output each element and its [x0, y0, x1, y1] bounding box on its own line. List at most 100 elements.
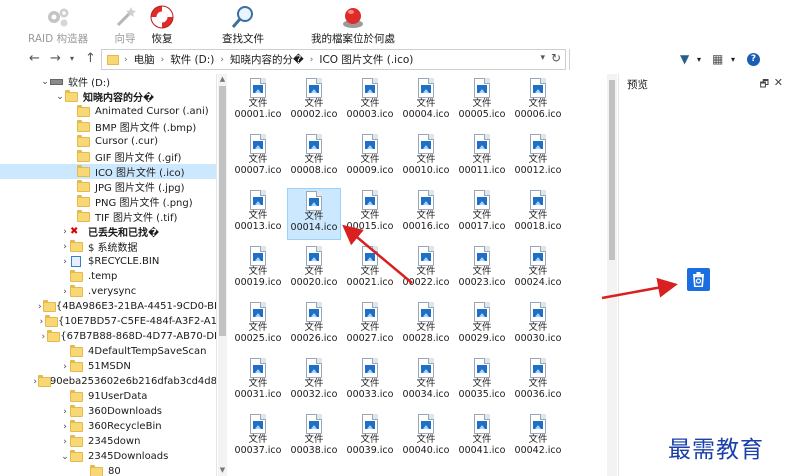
scroll-thumb[interactable] [609, 80, 615, 260]
file-item[interactable]: 文件 00005.ico [455, 76, 509, 128]
file-item[interactable]: 文件 00006.ico [511, 76, 565, 128]
tree-item-2345downloads[interactable]: ⌄ 2345Downloads [0, 449, 216, 464]
up-arrow-icon[interactable]: ↑ [85, 51, 96, 66]
where-are-my-files-button[interactable]: 我的檔案位於何處 [311, 4, 395, 46]
expand-chevron-icon[interactable]: › [60, 437, 70, 447]
file-item[interactable]: 文件 00041.ico [455, 412, 509, 464]
file-item[interactable]: 文件 00013.ico [231, 188, 285, 240]
tree-item-system-data[interactable]: › $ 系统数据 [0, 239, 216, 254]
file-item[interactable]: 文件 00040.ico [399, 412, 453, 464]
file-item[interactable]: 文件 00004.ico [399, 76, 453, 128]
file-item[interactable]: 文件 00037.ico [231, 412, 285, 464]
file-item[interactable]: 文件 00034.ico [399, 356, 453, 408]
tree-item-360downloads[interactable]: › 360Downloads [0, 404, 216, 419]
breadcrumb-computer[interactable]: 电脑 [130, 52, 159, 67]
breadcrumb-known-content[interactable]: 知晓内容的分� [226, 52, 308, 67]
expand-chevron-icon[interactable]: ⌄ [55, 92, 65, 102]
file-item[interactable]: 文件 00015.ico [343, 188, 397, 240]
raid-builder-button[interactable]: RAID 构造器 [28, 4, 88, 46]
file-item[interactable]: 文件 00038.ico [287, 412, 341, 464]
scroll-up-icon[interactable]: ▲ [218, 75, 227, 83]
file-item[interactable]: 文件 00009.ico [343, 132, 397, 184]
view-dropdown-icon[interactable]: ▾ [731, 55, 735, 64]
file-item[interactable]: 文件 00012.ico [511, 132, 565, 184]
undock-icon[interactable]: 🗗 [760, 77, 769, 94]
tree-item-recycle-bin[interactable]: › $RECYCLE.BIN [0, 254, 216, 269]
expand-chevron-icon[interactable]: › [60, 287, 70, 297]
search-input[interactable] [569, 49, 649, 70]
expand-chevron-icon[interactable]: › [40, 332, 47, 342]
help-icon[interactable]: ? [747, 53, 760, 66]
file-item[interactable]: 文件 00002.ico [287, 76, 341, 128]
forward-arrow-icon[interactable]: → [50, 51, 61, 66]
file-item[interactable]: 文件 00027.ico [343, 300, 397, 352]
file-item[interactable]: 文件 00016.ico [399, 188, 453, 240]
address-dropdown-icon[interactable]: ▾ [540, 53, 545, 63]
tree-item-80[interactable]: 80 [0, 464, 216, 476]
tree-item-tif[interactable]: TIF 图片文件 (.tif) [0, 209, 216, 224]
tree-item-gif[interactable]: GIF 图片文件 (.gif) [0, 149, 216, 164]
close-icon[interactable]: ✕ [774, 76, 783, 89]
file-item[interactable]: 文件 00032.ico [287, 356, 341, 408]
file-item[interactable]: 文件 00029.ico [455, 300, 509, 352]
expand-chevron-icon[interactable]: ⌄ [60, 452, 70, 462]
tree-item-guid-2[interactable]: › {10E7BD57-C5FE-484f-A3F2-A1 [0, 314, 216, 329]
tree-item-guid-3[interactable]: › {67B7B88-868D-4D77-AB70-DI [0, 329, 216, 344]
file-item[interactable]: 文件 00025.ico [231, 300, 285, 352]
file-item[interactable]: 文件 00030.ico [511, 300, 565, 352]
expand-chevron-icon[interactable]: › [60, 407, 70, 417]
expand-chevron-icon[interactable]: ⌄ [40, 77, 50, 87]
file-item[interactable]: 文件 00014.ico [287, 188, 341, 240]
address-bar[interactable]: › 电脑 › 软件 (D:) › 知晓内容的分� › ICO 图片文件 (.ic… [101, 49, 566, 70]
delete-button[interactable] [687, 268, 710, 291]
tree-item-userdata[interactable]: 91UserData [0, 389, 216, 404]
tree-item-jpg[interactable]: JPG 图片文件 (.jpg) [0, 179, 216, 194]
file-item[interactable]: 文件 00028.ico [399, 300, 453, 352]
file-item[interactable]: 文件 00011.ico [455, 132, 509, 184]
tree-item-drive[interactable]: ⌄ 软件 (D:) [0, 74, 216, 90]
breadcrumb-ico-folder[interactable]: ICO 图片文件 (.ico) [315, 52, 417, 67]
tree-item-cur[interactable]: Cursor (.cur) [0, 134, 216, 149]
tree-item-png[interactable]: PNG 图片文件 (.png) [0, 194, 216, 209]
tree-item-ico[interactable]: ICO 图片文件 (.ico) [0, 164, 216, 179]
file-item[interactable]: 文件 00022.ico [399, 244, 453, 296]
file-item[interactable]: 文件 00042.ico [511, 412, 565, 464]
file-item[interactable]: 文件 00023.ico [455, 244, 509, 296]
file-item[interactable]: 文件 00026.ico [287, 300, 341, 352]
breadcrumb-drive[interactable]: 软件 (D:) [166, 52, 218, 67]
file-item[interactable]: 文件 00008.ico [287, 132, 341, 184]
file-item[interactable]: 文件 00033.ico [343, 356, 397, 408]
tree-item-guid-1[interactable]: › {4BA986E3-21BA-4451-9CD0-BI [0, 299, 216, 314]
expand-chevron-icon[interactable]: › [60, 242, 70, 252]
tree-scrollbar[interactable]: ▲ ▼ [218, 74, 227, 476]
tree-item-ani[interactable]: Animated Cursor (.ani) [0, 104, 216, 119]
file-item[interactable]: 文件 00024.ico [511, 244, 565, 296]
file-item[interactable]: 文件 00020.ico [287, 244, 341, 296]
tree-item-lost-found[interactable]: › ✖ 已丢失和已找� [0, 224, 216, 239]
file-item[interactable]: 文件 00039.ico [343, 412, 397, 464]
file-item[interactable]: 文件 00031.ico [231, 356, 285, 408]
tree-item-default-temp[interactable]: 4DefaultTempSaveScan [0, 344, 216, 359]
tree-item-verysync[interactable]: › .verysync [0, 284, 216, 299]
file-item[interactable]: 文件 00007.ico [231, 132, 285, 184]
file-item[interactable]: 文件 00018.ico [511, 188, 565, 240]
tree-item-known-content[interactable]: ⌄ 知晓内容的分� [0, 89, 216, 104]
scroll-down-icon[interactable]: ▼ [218, 466, 227, 474]
refresh-icon[interactable]: ↻ [551, 51, 561, 65]
restore-button[interactable]: 恢复 [148, 4, 176, 46]
tree-item-temp[interactable]: .temp [0, 269, 216, 284]
wizard-button[interactable]: 向导 [111, 4, 139, 46]
files-scrollbar[interactable] [607, 74, 617, 476]
file-item[interactable]: 文件 00003.ico [343, 76, 397, 128]
expand-chevron-icon[interactable]: › [60, 227, 70, 237]
filter-dropdown-icon[interactable]: ▾ [697, 55, 701, 64]
file-item[interactable]: 文件 00017.ico [455, 188, 509, 240]
history-chevron-icon[interactable]: ▾ [70, 54, 74, 63]
back-arrow-icon[interactable]: ← [29, 51, 40, 66]
tree-item-360recyclebin[interactable]: › 360RecycleBin [0, 419, 216, 434]
tree-item-hash-folder[interactable]: › 90eba253602e6b216dfab3cd4d8 [0, 374, 216, 389]
filter-icon[interactable]: ▼ [680, 52, 689, 66]
file-item[interactable]: 文件 00036.ico [511, 356, 565, 408]
expand-chevron-icon[interactable]: › [60, 362, 70, 372]
file-item[interactable]: 文件 00010.ico [399, 132, 453, 184]
